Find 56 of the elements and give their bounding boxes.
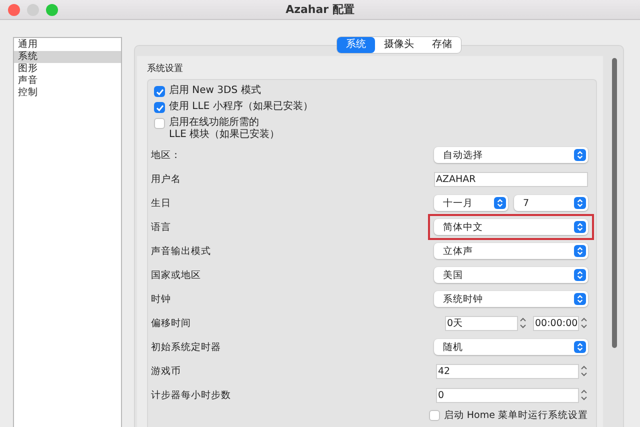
dropdown[interactable]: 立体声	[434, 243, 588, 259]
window-title: Azahar 配置	[286, 2, 354, 17]
stepper-icon[interactable]	[574, 221, 586, 233]
close-button[interactable]	[8, 4, 20, 16]
setting-label: 初始系统定时器	[151, 340, 221, 354]
dropdown[interactable]: 随机	[434, 339, 588, 355]
group-title: 系统设置	[147, 62, 184, 75]
checkbox[interactable]	[154, 118, 165, 129]
setting-label: 声音输出模式	[151, 244, 211, 258]
stepper-icon[interactable]	[574, 245, 586, 257]
sidebar-item[interactable]: 声音	[14, 75, 121, 87]
stepper-icon[interactable]	[574, 341, 586, 353]
spin-field[interactable]: 00:00:00	[533, 316, 579, 330]
setting-label: 语言	[151, 220, 171, 234]
stepper-icon[interactable]	[580, 364, 588, 378]
checkbox-label: 启用在线功能所需的 LLE 模块（如果已安装）	[169, 117, 280, 141]
sidebar-item[interactable]: 控制	[14, 87, 121, 99]
checkbox-label: 使用 LLE 小程序（如果已安装）	[169, 101, 313, 113]
scrollbar-thumb[interactable]	[612, 58, 616, 348]
setting-label: 生日	[151, 196, 171, 210]
stepper-icon[interactable]	[580, 388, 588, 402]
checkbox-label: 启用 New 3DS 模式	[169, 85, 261, 97]
setting-label: 游戏币	[151, 364, 181, 378]
checkbox[interactable]	[154, 86, 165, 97]
sidebar-item[interactable]: 图形	[14, 63, 121, 75]
stepper-icon[interactable]	[494, 197, 506, 209]
stepper-icon[interactable]	[574, 269, 586, 281]
dropdown[interactable]: 7	[514, 195, 588, 211]
checkbox-label: 启动 Home 菜单时运行系统设置	[444, 408, 588, 422]
dropdown[interactable]: 自动选择	[434, 147, 588, 163]
stepper-icon[interactable]	[580, 316, 588, 330]
setting-label: 计步器每小时步数	[151, 388, 231, 402]
spin-field[interactable]: 0天	[445, 316, 518, 330]
input-field[interactable]: AZAHAR	[434, 172, 588, 186]
tab[interactable]: 存储	[423, 37, 461, 53]
tab[interactable]: 摄像头	[375, 37, 423, 53]
setting-label: 用户名	[151, 172, 181, 186]
dropdown[interactable]: 简体中文	[434, 219, 588, 235]
dropdown[interactable]: 十一月	[434, 195, 508, 211]
dropdown[interactable]: 美国	[434, 267, 588, 283]
stepper-icon[interactable]	[519, 316, 527, 330]
spin-field[interactable]: 42	[436, 364, 579, 378]
sidebar-item[interactable]: 通用	[14, 39, 121, 51]
setting-label: 地区：	[151, 148, 181, 162]
setting-label: 时钟	[151, 292, 171, 306]
sidebar-item[interactable]: 系统	[14, 51, 121, 63]
checkbox[interactable]	[154, 102, 165, 113]
stepper-icon[interactable]	[574, 197, 586, 209]
stepper-icon[interactable]	[574, 149, 586, 161]
setting-label: 国家或地区	[151, 268, 201, 282]
tab[interactable]: 系统	[337, 37, 375, 53]
stepper-icon[interactable]	[574, 293, 586, 305]
checkbox[interactable]	[428, 410, 440, 421]
setting-label: 偏移时间	[151, 316, 191, 330]
spin-field[interactable]: 0	[436, 388, 579, 402]
dropdown[interactable]: 系统时钟	[434, 291, 588, 307]
